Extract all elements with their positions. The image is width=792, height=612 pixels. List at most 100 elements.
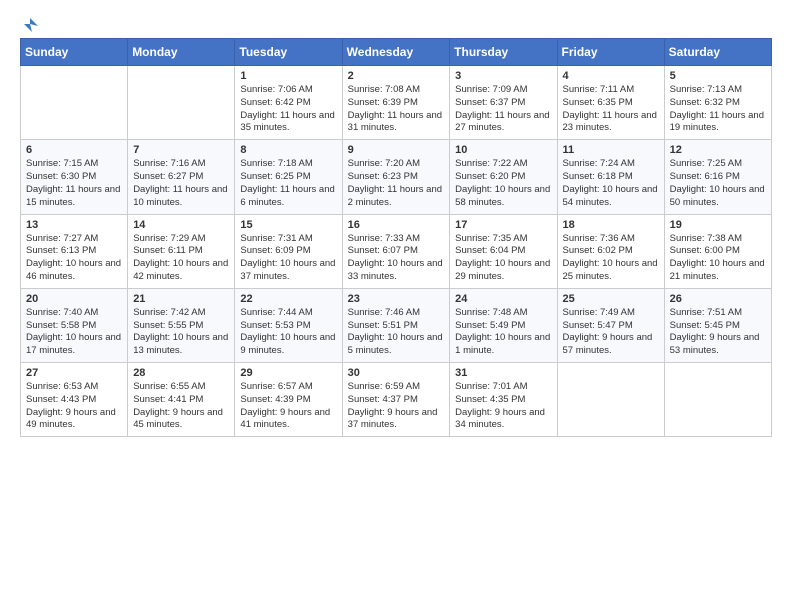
day-number: 15: [240, 219, 336, 231]
calendar-cell: 23 Sunrise: 7:46 AM Sunset: 5:51 PM Dayli…: [342, 288, 450, 362]
day-info: Sunrise: 7:24 AM Sunset: 6:18 PM Dayligh…: [563, 158, 659, 209]
day-info: Sunrise: 6:55 AM Sunset: 4:41 PM Dayligh…: [133, 381, 229, 432]
calendar-cell: 15 Sunrise: 7:31 AM Sunset: 6:09 PM Dayli…: [235, 214, 342, 288]
calendar-cell: 26 Sunrise: 7:51 AM Sunset: 5:45 PM Dayli…: [664, 288, 771, 362]
calendar-cell: 4 Sunrise: 7:11 AM Sunset: 6:35 PM Daylig…: [557, 66, 664, 140]
day-info: Sunrise: 6:53 AM Sunset: 4:43 PM Dayligh…: [26, 381, 122, 432]
calendar-cell: 5 Sunrise: 7:13 AM Sunset: 6:32 PM Daylig…: [664, 66, 771, 140]
calendar-cell: 12 Sunrise: 7:25 AM Sunset: 6:16 PM Dayli…: [664, 140, 771, 214]
calendar-week-row: 6 Sunrise: 7:15 AM Sunset: 6:30 PM Daylig…: [21, 140, 772, 214]
day-number: 11: [563, 144, 659, 156]
calendar-cell: 17 Sunrise: 7:35 AM Sunset: 6:04 PM Dayli…: [450, 214, 557, 288]
day-number: 19: [670, 219, 766, 231]
day-info: Sunrise: 7:13 AM Sunset: 6:32 PM Dayligh…: [670, 84, 766, 135]
day-info: Sunrise: 7:36 AM Sunset: 6:02 PM Dayligh…: [563, 233, 659, 284]
day-info: Sunrise: 7:44 AM Sunset: 5:53 PM Dayligh…: [240, 307, 336, 358]
day-number: 12: [670, 144, 766, 156]
calendar-header-sunday: Sunday: [21, 39, 128, 66]
calendar-cell: 21 Sunrise: 7:42 AM Sunset: 5:55 PM Dayli…: [128, 288, 235, 362]
day-info: Sunrise: 7:20 AM Sunset: 6:23 PM Dayligh…: [348, 158, 445, 209]
day-number: 7: [133, 144, 229, 156]
calendar-cell: 16 Sunrise: 7:33 AM Sunset: 6:07 PM Dayli…: [342, 214, 450, 288]
calendar-cell: 8 Sunrise: 7:18 AM Sunset: 6:25 PM Daylig…: [235, 140, 342, 214]
day-info: Sunrise: 7:01 AM Sunset: 4:35 PM Dayligh…: [455, 381, 551, 432]
calendar-cell: 11 Sunrise: 7:24 AM Sunset: 6:18 PM Dayli…: [557, 140, 664, 214]
calendar-cell: 7 Sunrise: 7:16 AM Sunset: 6:27 PM Daylig…: [128, 140, 235, 214]
logo-bird-icon: [22, 16, 38, 32]
calendar-cell: [128, 66, 235, 140]
calendar-cell: 27 Sunrise: 6:53 AM Sunset: 4:43 PM Dayli…: [21, 363, 128, 437]
calendar-table: SundayMondayTuesdayWednesdayThursdayFrid…: [20, 38, 772, 437]
day-number: 16: [348, 219, 445, 231]
calendar-cell: 25 Sunrise: 7:49 AM Sunset: 5:47 PM Dayli…: [557, 288, 664, 362]
day-number: 21: [133, 293, 229, 305]
calendar-cell: 28 Sunrise: 6:55 AM Sunset: 4:41 PM Dayli…: [128, 363, 235, 437]
day-number: 17: [455, 219, 551, 231]
day-number: 9: [348, 144, 445, 156]
day-info: Sunrise: 6:59 AM Sunset: 4:37 PM Dayligh…: [348, 381, 445, 432]
day-number: 14: [133, 219, 229, 231]
calendar-week-row: 27 Sunrise: 6:53 AM Sunset: 4:43 PM Dayli…: [21, 363, 772, 437]
day-info: Sunrise: 7:38 AM Sunset: 6:00 PM Dayligh…: [670, 233, 766, 284]
day-number: 2: [348, 70, 445, 82]
day-number: 18: [563, 219, 659, 231]
calendar-header-friday: Friday: [557, 39, 664, 66]
day-number: 30: [348, 367, 445, 379]
day-number: 26: [670, 293, 766, 305]
calendar-header-monday: Monday: [128, 39, 235, 66]
calendar-cell: 18 Sunrise: 7:36 AM Sunset: 6:02 PM Dayli…: [557, 214, 664, 288]
day-number: 20: [26, 293, 122, 305]
calendar-cell: 29 Sunrise: 6:57 AM Sunset: 4:39 PM Dayli…: [235, 363, 342, 437]
day-info: Sunrise: 7:33 AM Sunset: 6:07 PM Dayligh…: [348, 233, 445, 284]
day-info: Sunrise: 7:22 AM Sunset: 6:20 PM Dayligh…: [455, 158, 551, 209]
calendar-header-thursday: Thursday: [450, 39, 557, 66]
day-info: Sunrise: 6:57 AM Sunset: 4:39 PM Dayligh…: [240, 381, 336, 432]
logo: [20, 16, 38, 32]
day-info: Sunrise: 7:35 AM Sunset: 6:04 PM Dayligh…: [455, 233, 551, 284]
calendar-header-row: SundayMondayTuesdayWednesdayThursdayFrid…: [21, 39, 772, 66]
calendar-cell: [21, 66, 128, 140]
day-number: 24: [455, 293, 551, 305]
calendar-cell: 30 Sunrise: 6:59 AM Sunset: 4:37 PM Dayli…: [342, 363, 450, 437]
calendar-cell: 19 Sunrise: 7:38 AM Sunset: 6:00 PM Dayli…: [664, 214, 771, 288]
day-info: Sunrise: 7:18 AM Sunset: 6:25 PM Dayligh…: [240, 158, 336, 209]
calendar-header-saturday: Saturday: [664, 39, 771, 66]
day-info: Sunrise: 7:31 AM Sunset: 6:09 PM Dayligh…: [240, 233, 336, 284]
day-info: Sunrise: 7:16 AM Sunset: 6:27 PM Dayligh…: [133, 158, 229, 209]
calendar-week-row: 13Sunrise: 7:27 AM Sunset: 6:13 PM Dayli…: [21, 214, 772, 288]
day-number: 5: [670, 70, 766, 82]
calendar-cell: 3 Sunrise: 7:09 AM Sunset: 6:37 PM Daylig…: [450, 66, 557, 140]
day-info: Sunrise: 7:49 AM Sunset: 5:47 PM Dayligh…: [563, 307, 659, 358]
day-info: Sunrise: 7:08 AM Sunset: 6:39 PM Dayligh…: [348, 84, 445, 135]
day-info: Sunrise: 7:25 AM Sunset: 6:16 PM Dayligh…: [670, 158, 766, 209]
day-info: Sunrise: 7:42 AM Sunset: 5:55 PM Dayligh…: [133, 307, 229, 358]
calendar-cell: 22 Sunrise: 7:44 AM Sunset: 5:53 PM Dayli…: [235, 288, 342, 362]
day-info: Sunrise: 7:51 AM Sunset: 5:45 PM Dayligh…: [670, 307, 766, 358]
day-number: 4: [563, 70, 659, 82]
day-number: 22: [240, 293, 336, 305]
day-number: 6: [26, 144, 122, 156]
day-info: Sunrise: 7:46 AM Sunset: 5:51 PM Dayligh…: [348, 307, 445, 358]
calendar-cell: 31Sunrise: 7:01 AM Sunset: 4:35 PM Dayli…: [450, 363, 557, 437]
calendar-week-row: 20Sunrise: 7:40 AM Sunset: 5:58 PM Dayli…: [21, 288, 772, 362]
page-header: [20, 16, 772, 32]
day-number: 8: [240, 144, 336, 156]
day-info: Sunrise: 7:27 AM Sunset: 6:13 PM Dayligh…: [26, 233, 122, 284]
day-info: Sunrise: 7:29 AM Sunset: 6:11 PM Dayligh…: [133, 233, 229, 284]
day-number: 10: [455, 144, 551, 156]
day-info: Sunrise: 7:09 AM Sunset: 6:37 PM Dayligh…: [455, 84, 551, 135]
day-number: 27: [26, 367, 122, 379]
day-info: Sunrise: 7:15 AM Sunset: 6:30 PM Dayligh…: [26, 158, 122, 209]
day-number: 3: [455, 70, 551, 82]
calendar-cell: 10 Sunrise: 7:22 AM Sunset: 6:20 PM Dayli…: [450, 140, 557, 214]
day-number: 23: [348, 293, 445, 305]
day-info: Sunrise: 7:11 AM Sunset: 6:35 PM Dayligh…: [563, 84, 659, 135]
day-number: 29: [240, 367, 336, 379]
calendar-cell: [664, 363, 771, 437]
calendar-week-row: 1Sunrise: 7:06 AM Sunset: 6:42 PM Daylig…: [21, 66, 772, 140]
day-number: 28: [133, 367, 229, 379]
calendar-cell: 13Sunrise: 7:27 AM Sunset: 6:13 PM Dayli…: [21, 214, 128, 288]
day-number: 25: [563, 293, 659, 305]
calendar-header-wednesday: Wednesday: [342, 39, 450, 66]
calendar-cell: 1Sunrise: 7:06 AM Sunset: 6:42 PM Daylig…: [235, 66, 342, 140]
